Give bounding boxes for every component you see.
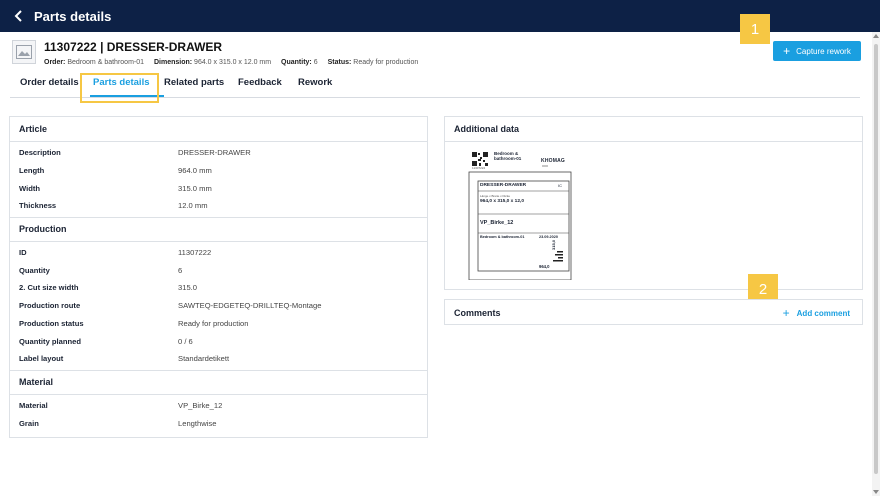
label-material: VP_Birke_12 — [480, 220, 514, 226]
row-production-route: Production route SAWTEQ-EDGETEQ-DRILLTEQ-… — [19, 301, 322, 311]
label-date: 23.09.2020 — [539, 235, 559, 239]
tab-related-parts[interactable]: Related parts — [164, 77, 224, 88]
details-card: Article Description DRESSER-DRAWER Length… — [9, 116, 428, 438]
material-heading: Material — [10, 369, 427, 395]
tab-feedback[interactable]: Feedback — [238, 77, 282, 88]
additional-data-heading: Additional data — [445, 117, 862, 142]
additional-data-card: Additional data Bedroom & bathroom-01 KH… — [444, 116, 863, 290]
row-quantity: Quantity 6 — [19, 265, 183, 275]
chevron-left-icon[interactable] — [10, 7, 28, 25]
meta-order: Order: Bedroom & bathroom-01 — [44, 59, 145, 66]
row-description: Description DRESSER-DRAWER — [19, 148, 251, 158]
label-part-suffix: IC — [558, 183, 562, 188]
part-header: 11307222 | DRESSER-DRAWER Order: Bedroom… — [12, 40, 426, 66]
row-thickness: Thickness 12.0 mm — [19, 201, 208, 211]
part-title: 11307222 | DRESSER-DRAWER — [44, 40, 223, 54]
row-production-status: Production status Ready for production — [19, 318, 249, 328]
production-heading: Production — [10, 216, 427, 242]
label-brand: KHOMAG — [541, 158, 565, 164]
tab-order-details[interactable]: Order details — [20, 77, 79, 88]
grain-bars-icon — [553, 251, 563, 262]
scrollbar[interactable] — [872, 32, 880, 496]
meta-status: Status: Ready for production — [327, 59, 419, 66]
label-order-line2: bathroom-01 — [494, 156, 522, 161]
add-comment-button[interactable]: + Add comment — [783, 300, 850, 326]
image-placeholder-icon — [12, 40, 36, 64]
label-width-value: 315,0 — [551, 239, 556, 250]
comments-card: Comments + Add comment — [444, 299, 863, 325]
add-comment-label: Add comment — [796, 308, 850, 318]
tab-rework[interactable]: Rework — [298, 77, 332, 88]
part-meta: Order: Bedroom & bathroom-01 Dimension: … — [44, 59, 426, 66]
label-dims-caption: Länge x Breite x Dicke — [480, 194, 511, 198]
label-order: Bedroom & bathroom-01 — [480, 235, 525, 239]
label-dims: 964,0 x 315,0 x 12,0 — [480, 199, 525, 204]
label-length-value: 964,0 — [539, 264, 550, 269]
row-label-layout: Label layout Standardetikett — [19, 354, 230, 364]
article-heading: Article — [10, 117, 427, 142]
scroll-down-icon[interactable] — [873, 490, 879, 494]
label-part-name: DRESSER-DRAWER — [480, 183, 527, 188]
annotation-marker-1: 1 — [740, 14, 770, 44]
capture-rework-button[interactable]: + Capture rework — [773, 41, 861, 61]
tab-highlight-box — [80, 73, 159, 103]
row-quantity-planned: Quantity planned 0 / 6 — [19, 336, 193, 346]
plus-icon: + — [782, 306, 790, 320]
row-width: Width 315.0 mm — [19, 183, 212, 193]
scroll-up-icon[interactable] — [873, 34, 879, 38]
label-small-id: 11307222 — [472, 166, 486, 170]
row-material: Material VP_Birke_12 — [19, 400, 223, 410]
scrollbar-thumb[interactable] — [874, 44, 878, 474]
row-id: ID 11307222 — [19, 248, 212, 258]
part-label-preview[interactable]: Bedroom & bathroom-01 KHOMAG 11307222 DR… — [468, 150, 574, 280]
plus-icon: + — [783, 44, 791, 58]
capture-rework-label: Capture rework — [796, 46, 851, 56]
meta-quantity: Quantity: 6 — [281, 59, 318, 66]
row-cut-size-width: 2. Cut size width 315.0 — [19, 283, 198, 293]
meta-dimension: Dimension: 964.0 x 315.0 x 12.0 mm — [153, 59, 272, 66]
row-grain: Grain Lengthwise — [19, 418, 217, 428]
row-length: Length 964.0 mm — [19, 166, 212, 176]
page-title: Parts details — [34, 8, 112, 24]
